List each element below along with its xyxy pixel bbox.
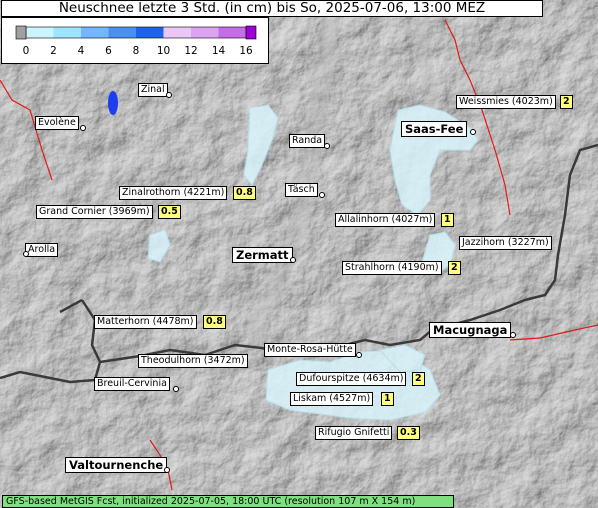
legend-tick-label: 10 (156, 45, 171, 57)
legend-color-swatch (136, 27, 164, 38)
snow-value-matterhorn: 0.8 (203, 315, 226, 329)
location-marker (470, 129, 476, 135)
location-marker (80, 125, 86, 131)
legend-tick-label: 6 (105, 45, 112, 57)
legend-tick-label: 14 (211, 45, 226, 57)
town-label-valtournenche: Valtournenche (65, 457, 168, 473)
legend-color-swatch (218, 27, 247, 38)
peak-label-theodulhorn: Theodulhorn (3472m) (138, 354, 248, 368)
location-marker (164, 467, 170, 473)
place-label-monte-rosa-hutte: Monte-Rosa-Hütte (264, 343, 356, 357)
legend-tick-label: 8 (132, 45, 140, 57)
peak-label-allalinhorn: Allalinhorn (4027m) (335, 213, 436, 227)
peak-label-jazzihorn: Jazzihorn (3227m) (459, 236, 552, 250)
snow-value-dufourspitze: 2 (412, 372, 425, 386)
location-marker (173, 386, 179, 392)
town-label-macugnaga: Macugnaga (429, 322, 512, 338)
place-label-breuil-cervinia: Breuil-Cervinia (94, 377, 170, 391)
legend: 0 2 4 6 8 10 12 14 16 (1, 17, 269, 64)
peak-label-weissmies: Weissmies (4023m) (456, 95, 556, 109)
legend-end-high (245, 25, 257, 40)
peak-label-grand-cornier: Grand Cornier (3969m) (36, 205, 153, 219)
place-label-arolla: Arolla (25, 243, 59, 257)
snow-value-weissmies: 2 (560, 95, 573, 109)
location-marker (356, 352, 362, 358)
peak-label-dufourspitze: Dufourspitze (4634m) (296, 372, 407, 386)
peak-label-matterhorn: Matterhorn (4478m) (94, 315, 197, 329)
legend-color-swatch (81, 27, 109, 38)
place-label-randa: Randa (289, 134, 326, 148)
snow-value-liskam: 1 (381, 392, 394, 406)
snow-spot-blue (108, 91, 118, 115)
snow-value-rifugio-gnifetti: 0.3 (397, 426, 420, 440)
location-marker (319, 192, 325, 198)
town-label-zermatt: Zermatt (232, 247, 293, 263)
place-label-evolene: Evolène (35, 116, 79, 130)
legend-color-swatch (53, 27, 82, 38)
legend-color-swatch (108, 27, 137, 38)
legend-color-swatch (163, 27, 192, 38)
place-label-tasch: Täsch (285, 183, 318, 197)
legend-color-swatch (26, 27, 54, 38)
peak-label-liskam: Liskam (4527m) (290, 392, 374, 406)
forecast-footer: GFS-based MetGIS Fcst, initialized 2025-… (2, 495, 454, 508)
location-marker (166, 92, 172, 98)
town-label-saas-fee: Saas-Fee (401, 121, 468, 137)
location-marker (510, 332, 516, 338)
snow-value-strahlhorn: 2 (448, 261, 461, 275)
snow-value-allalinhorn: 1 (441, 213, 454, 227)
legend-tick-label: 12 (184, 45, 198, 57)
location-marker (23, 251, 29, 257)
legend-end-low (15, 25, 27, 40)
place-label-rifugio-gnifetti: Rifugio Gnifetti (315, 426, 393, 440)
terrain-relief (0, 0, 598, 508)
map-title: Neuschnee letzte 3 Std. (in cm) bis So, … (1, 0, 543, 17)
legend-tick-label: 0 (22, 45, 30, 57)
legend-tick-label: 16 (239, 45, 253, 57)
legend-tick-label: 2 (50, 45, 57, 57)
peak-label-zinalrothorn: Zinalrothorn (4221m) (119, 186, 228, 200)
snow-value-zinalrothorn: 0.8 (233, 186, 256, 200)
map-canvas (0, 0, 598, 508)
place-label-zinal: Zinal (138, 83, 168, 97)
snow-value-grand-cornier: 0.5 (158, 205, 181, 219)
legend-tick-label: 4 (77, 45, 85, 57)
location-marker (290, 257, 296, 263)
location-marker (324, 143, 330, 149)
legend-color-swatch (191, 27, 219, 38)
peak-label-strahlhorn: Strahlhorn (4190m) (342, 261, 442, 275)
